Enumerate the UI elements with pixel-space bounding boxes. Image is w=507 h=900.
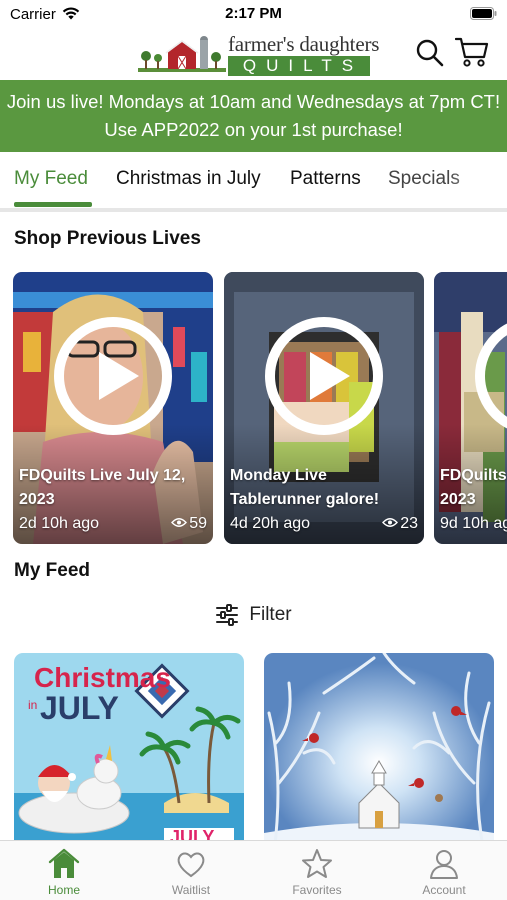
nav-account-label: Account [422, 883, 466, 897]
bottom-nav: Home Waitlist Favorites Account [0, 840, 507, 900]
card-line1: Christmas [34, 662, 171, 693]
brand-logo[interactable]: farmer's daughters QUILTS [138, 32, 379, 76]
nav-favorites-label: Favorites [292, 883, 342, 897]
tab-christmas-in-july[interactable]: Christmas in July [116, 168, 261, 190]
logo-wordmark-bottom: QUILTS [228, 56, 370, 76]
play-icon[interactable] [53, 316, 173, 436]
play-icon[interactable] [264, 316, 384, 436]
video-age: 4d 20h ago [230, 515, 311, 532]
person-icon [430, 850, 458, 879]
tab-patterns[interactable]: Patterns [290, 168, 361, 190]
search-icon[interactable] [415, 38, 445, 68]
nav-home-label: Home [47, 883, 80, 897]
nav-favorites[interactable]: Favorites [272, 847, 362, 897]
previous-lives-heading: Shop Previous Lives [14, 228, 201, 249]
nav-waitlist-label: Waitlist [171, 883, 211, 897]
feed-card-christmas-in-july[interactable]: Christmas in JULY JULY [14, 653, 244, 853]
cart-icon[interactable] [455, 36, 489, 68]
view-count: 59 [189, 515, 207, 532]
filter-label: Filter [249, 604, 292, 625]
active-tab-indicator [14, 202, 92, 207]
clock: 2:17 PM [225, 5, 282, 22]
app-header: farmer's daughters QUILTS [0, 28, 507, 80]
video-age: 9d 10h ago [440, 515, 507, 532]
video-title: FDQuilts Live July 5, 2023 [440, 467, 507, 508]
eye-icon [171, 518, 188, 527]
status-bar: Carrier 2:17 PM [0, 0, 507, 30]
video-card[interactable]: Monday Live Tablerunner galore! 4d 20h a… [224, 272, 424, 544]
nav-account[interactable]: Account [399, 847, 489, 897]
video-title: FDQuilts Live July 12, 2023 [19, 467, 186, 508]
tab-my-feed[interactable]: My Feed [14, 168, 88, 190]
announcement-banner[interactable]: Join us live! Mondays at 10am and Wednes… [0, 80, 507, 152]
eye-icon [382, 518, 399, 527]
filter-row: Filter [0, 604, 507, 634]
barn-icon [138, 36, 226, 72]
view-count: 23 [400, 515, 418, 532]
card-line3: JULY [40, 690, 119, 726]
video-views: 23 [382, 515, 418, 533]
video-card[interactable]: FDQuilts Live July 5, 2023 9d 10h ago [434, 272, 507, 544]
star-icon [302, 849, 332, 878]
video-title: Monday Live Tablerunner galore! [230, 467, 380, 508]
tabs-overflow-fade [447, 152, 507, 207]
battery-icon [470, 7, 497, 20]
my-feed-heading: My Feed [14, 560, 91, 581]
filter-button[interactable]: Filter [215, 604, 292, 626]
nav-waitlist[interactable]: Waitlist [146, 847, 236, 897]
logo-wordmark-top: farmer's daughters [228, 32, 380, 56]
nav-home[interactable]: Home [19, 847, 109, 897]
category-tabs: My Feed Christmas in July Patterns Speci… [0, 152, 507, 209]
card-line2: in [28, 698, 37, 712]
home-icon [48, 848, 80, 878]
tabs-divider [0, 208, 507, 212]
winter-scene-image [264, 653, 494, 853]
video-views: 59 [171, 515, 207, 533]
heart-icon [177, 852, 205, 878]
video-card[interactable]: FDQuilts Live July 12, 2023 2d 10h ago 5… [13, 272, 213, 544]
feed-card-winter-scene[interactable] [264, 653, 494, 853]
play-icon[interactable] [474, 316, 507, 436]
christmas-in-july-image: Christmas in JULY JULY [14, 653, 244, 853]
video-age: 2d 10h ago [19, 515, 100, 532]
sliders-icon [216, 604, 239, 626]
